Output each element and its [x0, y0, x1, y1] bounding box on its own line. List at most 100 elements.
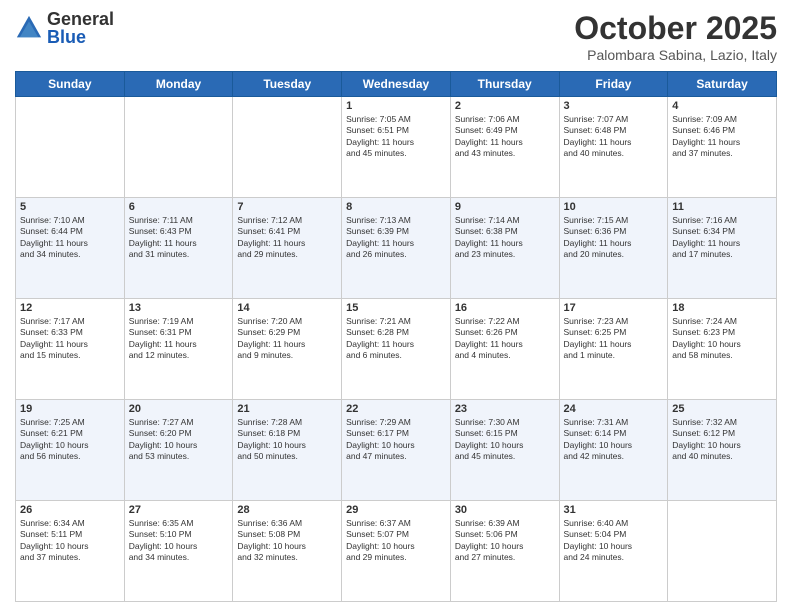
cell-info: Sunrise: 7:14 AMSunset: 6:38 PMDaylight:… [455, 215, 555, 261]
logo-general-text: General [47, 10, 114, 28]
header: General Blue October 2025 Palombara Sabi… [15, 10, 777, 63]
cell-info: Sunrise: 7:16 AMSunset: 6:34 PMDaylight:… [672, 215, 772, 261]
cell-info: Sunrise: 7:31 AMSunset: 6:14 PMDaylight:… [564, 417, 664, 463]
cal-cell: 29 Sunrise: 6:37 AMSunset: 5:07 PMDayligh… [342, 501, 451, 602]
day-number: 15 [346, 302, 446, 314]
cell-info: Sunrise: 7:07 AMSunset: 6:48 PMDaylight:… [564, 114, 664, 160]
cell-info: Sunrise: 7:20 AMSunset: 6:29 PMDaylight:… [237, 316, 337, 362]
day-number: 12 [20, 302, 120, 314]
day-number: 9 [455, 201, 555, 213]
cal-cell: 31 Sunrise: 6:40 AMSunset: 5:04 PMDayligh… [559, 501, 668, 602]
week-row-5: 26 Sunrise: 6:34 AMSunset: 5:11 PMDayligh… [16, 501, 777, 602]
cell-info: Sunrise: 7:10 AMSunset: 6:44 PMDaylight:… [20, 215, 120, 261]
cal-cell: 16 Sunrise: 7:22 AMSunset: 6:26 PMDayligh… [450, 299, 559, 400]
day-number: 5 [20, 201, 120, 213]
cal-cell: 10 Sunrise: 7:15 AMSunset: 6:36 PMDayligh… [559, 198, 668, 299]
cell-info: Sunrise: 7:29 AMSunset: 6:17 PMDaylight:… [346, 417, 446, 463]
cell-info: Sunrise: 6:37 AMSunset: 5:07 PMDaylight:… [346, 518, 446, 564]
col-saturday: Saturday [668, 72, 777, 97]
calendar-table: Sunday Monday Tuesday Wednesday Thursday… [15, 71, 777, 602]
cell-info: Sunrise: 7:13 AMSunset: 6:39 PMDaylight:… [346, 215, 446, 261]
day-number: 26 [20, 504, 120, 516]
cal-cell: 28Sunrise: 6:36 AMSunset: 5:08 PMDayligh… [233, 501, 342, 602]
day-number: 10 [564, 201, 664, 213]
day-number: 29 [346, 504, 446, 516]
cal-cell: 14 Sunrise: 7:20 AMSunset: 6:29 PMDayligh… [233, 299, 342, 400]
day-number: 30 [455, 504, 555, 516]
day-number: 20 [129, 403, 229, 415]
week-row-2: 5 Sunrise: 7:10 AMSunset: 6:44 PMDaylight… [16, 198, 777, 299]
cal-cell: 22 Sunrise: 7:29 AMSunset: 6:17 PMDayligh… [342, 400, 451, 501]
cell-info: Sunrise: 7:21 AMSunset: 6:28 PMDaylight:… [346, 316, 446, 362]
cal-cell: 30 Sunrise: 6:39 AMSunset: 5:06 PMDayligh… [450, 501, 559, 602]
week-row-1: 1 Sunrise: 7:05 AMSunset: 6:51 PMDaylight… [16, 97, 777, 198]
cal-cell: 5 Sunrise: 7:10 AMSunset: 6:44 PMDaylight… [16, 198, 125, 299]
day-number: 13 [129, 302, 229, 314]
cal-cell [668, 501, 777, 602]
col-thursday: Thursday [450, 72, 559, 97]
cal-cell: 12 Sunrise: 7:17 AMSunset: 6:33 PMDayligh… [16, 299, 125, 400]
month-title: October 2025 [574, 10, 777, 47]
cell-info: Sunrise: 7:17 AMSunset: 6:33 PMDaylight:… [20, 316, 120, 362]
cal-cell: 7 Sunrise: 7:12 AMSunset: 6:41 PMDaylight… [233, 198, 342, 299]
day-number: 14 [237, 302, 337, 314]
cell-info: Sunrise: 7:05 AMSunset: 6:51 PMDaylight:… [346, 114, 446, 160]
col-friday: Friday [559, 72, 668, 97]
day-number: 27 [129, 504, 229, 516]
cell-info: Sunrise: 7:11 AMSunset: 6:43 PMDaylight:… [129, 215, 229, 261]
cal-cell: 25Sunrise: 7:32 AMSunset: 6:12 PMDayligh… [668, 400, 777, 501]
cal-cell: 26 Sunrise: 6:34 AMSunset: 5:11 PMDayligh… [16, 501, 125, 602]
cal-cell: 23Sunrise: 7:30 AMSunset: 6:15 PMDayligh… [450, 400, 559, 501]
cal-cell: 24 Sunrise: 7:31 AMSunset: 6:14 PMDayligh… [559, 400, 668, 501]
cell-info: Sunrise: 7:19 AMSunset: 6:31 PMDaylight:… [129, 316, 229, 362]
cal-cell: 2Sunrise: 7:06 AMSunset: 6:49 PMDaylight… [450, 97, 559, 198]
cell-info: Sunrise: 7:06 AMSunset: 6:49 PMDaylight:… [455, 114, 555, 160]
cal-cell: 6 Sunrise: 7:11 AMSunset: 6:43 PMDaylight… [124, 198, 233, 299]
cell-info: Sunrise: 7:24 AMSunset: 6:23 PMDaylight:… [672, 316, 772, 362]
cell-info: Sunrise: 7:30 AMSunset: 6:15 PMDaylight:… [455, 417, 555, 463]
cell-info: Sunrise: 6:34 AMSunset: 5:11 PMDaylight:… [20, 518, 120, 564]
day-number: 1 [346, 100, 446, 112]
cal-cell: 20 Sunrise: 7:27 AMSunset: 6:20 PMDayligh… [124, 400, 233, 501]
cal-cell: 19Sunrise: 7:25 AMSunset: 6:21 PMDayligh… [16, 400, 125, 501]
col-monday: Monday [124, 72, 233, 97]
day-number: 16 [455, 302, 555, 314]
cell-info: Sunrise: 7:15 AMSunset: 6:36 PMDaylight:… [564, 215, 664, 261]
day-number: 3 [564, 100, 664, 112]
day-number: 6 [129, 201, 229, 213]
cal-cell [124, 97, 233, 198]
day-number: 21 [237, 403, 337, 415]
logo-text: General Blue [47, 10, 114, 46]
day-number: 22 [346, 403, 446, 415]
cal-cell: 11 Sunrise: 7:16 AMSunset: 6:34 PMDayligh… [668, 198, 777, 299]
cal-cell [16, 97, 125, 198]
day-number: 11 [672, 201, 772, 213]
day-number: 18 [672, 302, 772, 314]
day-number: 7 [237, 201, 337, 213]
cell-info: Sunrise: 7:28 AMSunset: 6:18 PMDaylight:… [237, 417, 337, 463]
logo-blue-text: Blue [47, 28, 114, 46]
cell-info: Sunrise: 6:40 AMSunset: 5:04 PMDaylight:… [564, 518, 664, 564]
cell-info: Sunrise: 7:27 AMSunset: 6:20 PMDaylight:… [129, 417, 229, 463]
cell-info: Sunrise: 7:09 AMSunset: 6:46 PMDaylight:… [672, 114, 772, 160]
cal-cell: 13 Sunrise: 7:19 AMSunset: 6:31 PMDayligh… [124, 299, 233, 400]
cal-cell: 1 Sunrise: 7:05 AMSunset: 6:51 PMDaylight… [342, 97, 451, 198]
cell-info: Sunrise: 7:32 AMSunset: 6:12 PMDaylight:… [672, 417, 772, 463]
cell-info: Sunrise: 7:22 AMSunset: 6:26 PMDaylight:… [455, 316, 555, 362]
day-number: 4 [672, 100, 772, 112]
day-number: 8 [346, 201, 446, 213]
cal-cell: 3 Sunrise: 7:07 AMSunset: 6:48 PMDaylight… [559, 97, 668, 198]
page: General Blue October 2025 Palombara Sabi… [0, 0, 792, 612]
day-number: 24 [564, 403, 664, 415]
cal-cell [233, 97, 342, 198]
title-section: October 2025 Palombara Sabina, Lazio, It… [574, 10, 777, 63]
cell-info: Sunrise: 6:39 AMSunset: 5:06 PMDaylight:… [455, 518, 555, 564]
day-number: 31 [564, 504, 664, 516]
cell-info: Sunrise: 7:12 AMSunset: 6:41 PMDaylight:… [237, 215, 337, 261]
cell-info: Sunrise: 6:35 AMSunset: 5:10 PMDaylight:… [129, 518, 229, 564]
week-row-4: 19Sunrise: 7:25 AMSunset: 6:21 PMDayligh… [16, 400, 777, 501]
week-row-3: 12 Sunrise: 7:17 AMSunset: 6:33 PMDayligh… [16, 299, 777, 400]
cell-info: Sunrise: 7:23 AMSunset: 6:25 PMDaylight:… [564, 316, 664, 362]
cal-cell: 4 Sunrise: 7:09 AMSunset: 6:46 PMDaylight… [668, 97, 777, 198]
cal-cell: 9 Sunrise: 7:14 AMSunset: 6:38 PMDaylight… [450, 198, 559, 299]
